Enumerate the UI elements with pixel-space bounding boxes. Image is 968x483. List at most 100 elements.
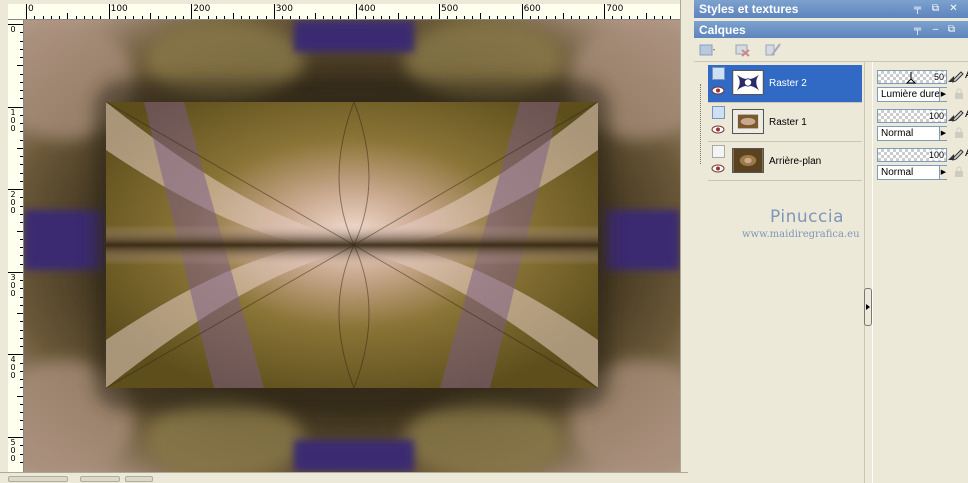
ruler-tick <box>20 362 23 364</box>
ruler-tick <box>50 16 52 19</box>
ruler-tick <box>20 156 23 158</box>
new-layer-icon[interactable] <box>698 41 716 59</box>
eye-icon[interactable] <box>711 125 725 134</box>
ruler-tick <box>20 164 23 166</box>
chevron-right-icon <box>866 304 870 310</box>
canvas-scrollbar-horizontal[interactable] <box>0 472 688 483</box>
lock-icon[interactable] <box>953 88 965 100</box>
layer-properties-column: 50 ◢ Lumière dure ▶ A 100 ◢ Normal ▶ A 1… <box>874 62 968 483</box>
panel-splitter[interactable] <box>864 62 873 483</box>
ruler-tick <box>42 16 44 19</box>
pin-icon[interactable]: ╤ <box>912 24 923 35</box>
ruler-tick <box>182 16 184 19</box>
ruler-tick <box>637 16 639 19</box>
ruler-tick <box>20 296 23 298</box>
ruler-tick <box>20 461 23 463</box>
ruler-tick <box>414 16 416 19</box>
layer-visibility-icon[interactable] <box>712 67 725 80</box>
ruler-tick <box>306 16 308 19</box>
layer-visibility-icon[interactable] <box>712 106 725 119</box>
ruler-tick <box>20 238 23 240</box>
opacity-slider[interactable]: 100 <box>877 148 947 162</box>
ruler-tick <box>20 172 23 174</box>
ruler-tick <box>17 313 23 315</box>
ruler-label: 0 <box>10 25 16 34</box>
ruler-tick <box>348 16 350 19</box>
opacity-slider[interactable]: 50 <box>877 70 947 84</box>
ruler-tick <box>116 16 118 19</box>
ruler-tick <box>430 16 432 19</box>
scroll-tab[interactable] <box>8 476 68 482</box>
ruler-tick <box>282 16 284 19</box>
ruler-tick <box>75 16 77 19</box>
ruler-tick <box>331 16 333 19</box>
opacity-slider[interactable]: 100 <box>877 109 947 123</box>
restore-icon[interactable]: ⧉ <box>946 24 957 35</box>
ruler-tick <box>20 73 23 75</box>
app-root: 0 100 200 300 400 500 600 700 0 100 200 300 400 500 <box>0 0 968 483</box>
slider-thumb-icon[interactable] <box>906 72 916 84</box>
lock-icon[interactable] <box>953 127 965 139</box>
ruler-tick <box>579 16 581 19</box>
blend-mode-select[interactable]: Normal <box>877 126 947 141</box>
ruler-tick <box>480 13 482 19</box>
ruler-tick <box>323 16 325 19</box>
ruler-tick <box>20 370 23 372</box>
delete-layer-icon[interactable] <box>734 41 752 59</box>
lock-icon[interactable] <box>953 166 965 178</box>
ruler-label: 200 <box>193 4 211 14</box>
blend-mode-select[interactable]: Normal <box>877 165 947 180</box>
close-icon[interactable]: ✕ <box>948 3 959 14</box>
image-canvas[interactable] <box>24 20 680 472</box>
eye-icon[interactable] <box>711 86 725 95</box>
edit-icon[interactable] <box>951 70 965 84</box>
edit-icon[interactable] <box>951 148 965 162</box>
eye-icon[interactable] <box>711 164 725 173</box>
chevron-right-icon[interactable]: ▶ <box>939 166 947 179</box>
ruler-tick <box>20 40 23 42</box>
minimize-icon[interactable]: – <box>930 24 941 35</box>
ruler-tick <box>249 16 251 19</box>
scroll-tab[interactable] <box>125 476 153 482</box>
ruler-tick <box>315 13 317 19</box>
ruler-tick <box>20 57 23 59</box>
layer-row-background[interactable]: Arrière-plan <box>708 143 862 181</box>
restore-icon[interactable]: ⧉ <box>930 3 941 14</box>
ruler-tick <box>17 230 23 232</box>
ruler-tick <box>20 98 23 100</box>
styles-textures-panel-title[interactable]: Styles et textures ╤ ⧉ ✕ <box>694 0 968 18</box>
layers-panel-title: Calques <box>699 23 746 37</box>
ruler-tick <box>166 16 168 19</box>
opacity-value: 50 <box>933 72 944 82</box>
layer-visibility-icon[interactable] <box>712 145 725 158</box>
blend-mode-select[interactable]: Lumière dure <box>877 87 947 102</box>
chevron-right-icon[interactable]: ▶ <box>939 127 947 140</box>
ruler-tick <box>554 16 556 19</box>
ruler-tick <box>455 16 457 19</box>
ruler-tick <box>92 16 94 19</box>
ruler-tick <box>405 16 407 19</box>
ruler-tick <box>273 4 275 19</box>
ruler-tick <box>20 213 23 215</box>
layer-properties-icon[interactable] <box>764 41 782 59</box>
splitter-handle[interactable] <box>864 288 872 326</box>
ruler-tick <box>20 263 23 265</box>
pin-icon[interactable]: ╤ <box>912 3 923 14</box>
layer-props-background: 100 ◢ Normal ▶ A <box>875 144 968 182</box>
ruler-tick <box>20 123 23 125</box>
scroll-tab[interactable] <box>80 476 120 482</box>
ruler-tick <box>20 81 23 83</box>
watermark-author: Pinuccia <box>770 207 844 227</box>
ruler-tick <box>20 403 23 405</box>
chevron-right-icon[interactable]: ▶ <box>939 88 947 101</box>
layer-row-raster-1[interactable]: Raster 1 <box>708 104 862 142</box>
ruler-tick <box>20 247 23 249</box>
edit-icon[interactable] <box>951 109 965 123</box>
canvas-image[interactable] <box>24 20 680 472</box>
ruler-tick <box>20 180 23 182</box>
ruler-tick <box>207 16 209 19</box>
layer-row-raster-2[interactable]: Raster 2 <box>708 65 862 103</box>
ruler-tick <box>356 4 358 19</box>
ruler-label: 400 <box>10 355 16 381</box>
layers-panel-title-bar[interactable]: Calques ╤ – ⧉ <box>694 21 968 38</box>
